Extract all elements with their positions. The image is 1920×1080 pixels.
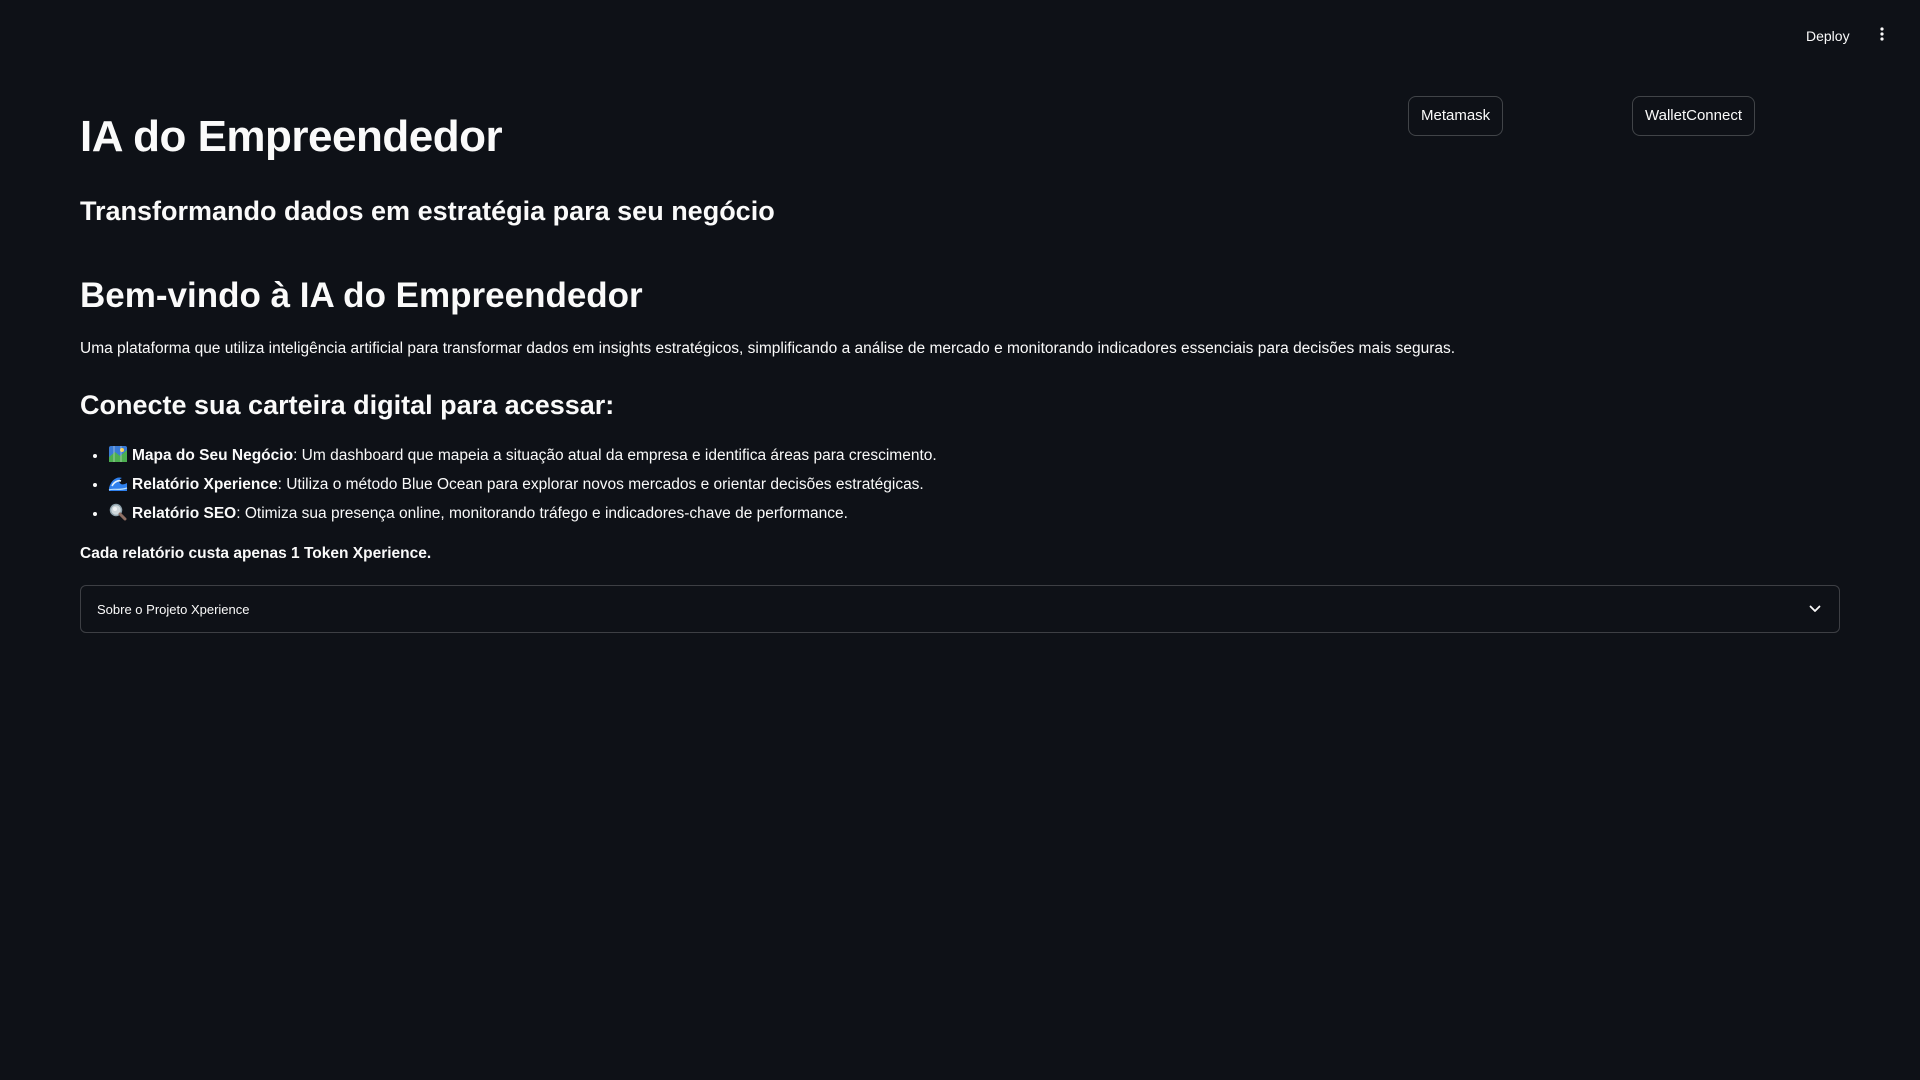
feature-title: Relatório Xperience — [132, 476, 278, 493]
deploy-button[interactable]: Deploy — [1800, 24, 1856, 48]
map-icon — [108, 445, 128, 463]
walletconnect-button[interactable]: WalletConnect — [1632, 96, 1755, 136]
feature-title: Relatório SEO — [132, 505, 237, 522]
connect-wallet-heading: Conecte sua carteira digital para acessa… — [80, 390, 615, 420]
welcome-heading: Bem-vindo à IA do Empreendedor — [80, 276, 643, 315]
magnifying-glass-icon — [108, 503, 128, 521]
feature-description: : Otimiza sua presença online, monitoran… — [236, 505, 848, 522]
expander-label: Sobre o Projeto Xperience — [97, 601, 250, 617]
feature-description: : Utiliza o método Blue Ocean para explo… — [277, 476, 924, 493]
cost-note: Cada relatório custa apenas 1 Token Xper… — [80, 545, 432, 562]
main-menu-button[interactable] — [1870, 24, 1894, 48]
feature-description: : Um dashboard que mapeia a situação atu… — [293, 447, 937, 464]
list-item: Relatório SEO: Otimiza sua presença onli… — [108, 502, 937, 531]
feature-list: Mapa do Seu Negócio: Um dashboard que ma… — [80, 444, 937, 531]
about-project-expander[interactable]: Sobre o Projeto Xperience — [80, 585, 1840, 633]
page-title: IA do Empreendedor — [80, 112, 503, 161]
wave-icon — [108, 474, 128, 492]
list-item: Mapa do Seu Negócio: Um dashboard que ma… — [108, 444, 937, 473]
feature-title: Mapa do Seu Negócio — [132, 447, 294, 464]
page-subtitle: Transformando dados em estratégia para s… — [80, 196, 775, 226]
vertical-ellipsis-icon — [1880, 26, 1884, 46]
intro-paragraph: Uma plataforma que utiliza inteligência … — [80, 340, 1456, 357]
list-item: Relatório Xperience: Utiliza o método Bl… — [108, 473, 937, 502]
app-header: Deploy — [0, 0, 1920, 72]
metamask-button[interactable]: Metamask — [1408, 96, 1504, 136]
chevron-down-icon — [1807, 601, 1823, 617]
